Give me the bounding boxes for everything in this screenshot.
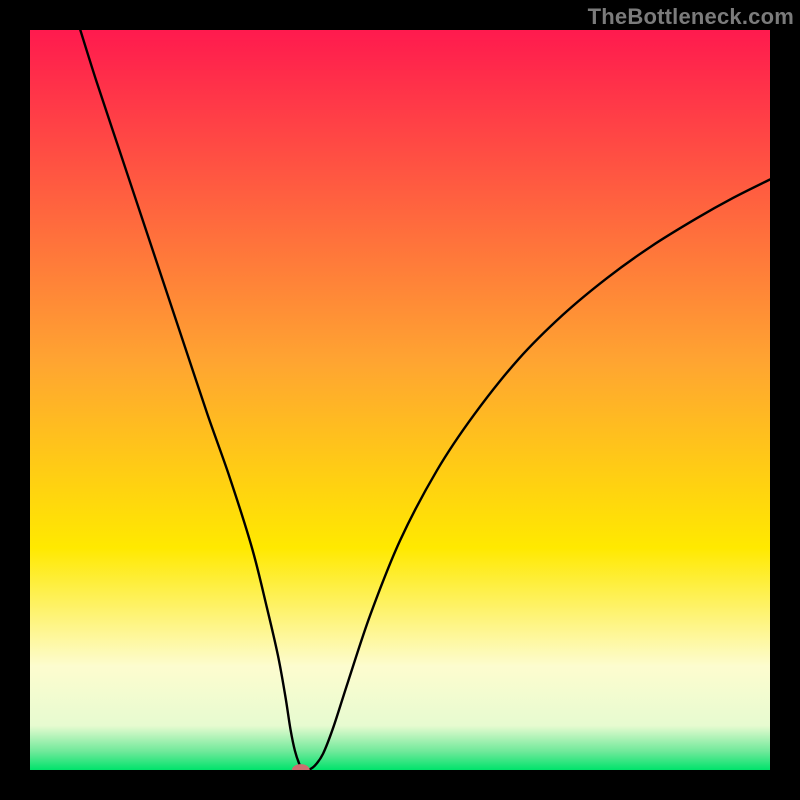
bottleneck-chart [30,30,770,770]
gradient-background [30,30,770,770]
plot-area [30,30,770,770]
chart-frame: TheBottleneck.com [0,0,800,800]
watermark-text: TheBottleneck.com [588,4,794,30]
